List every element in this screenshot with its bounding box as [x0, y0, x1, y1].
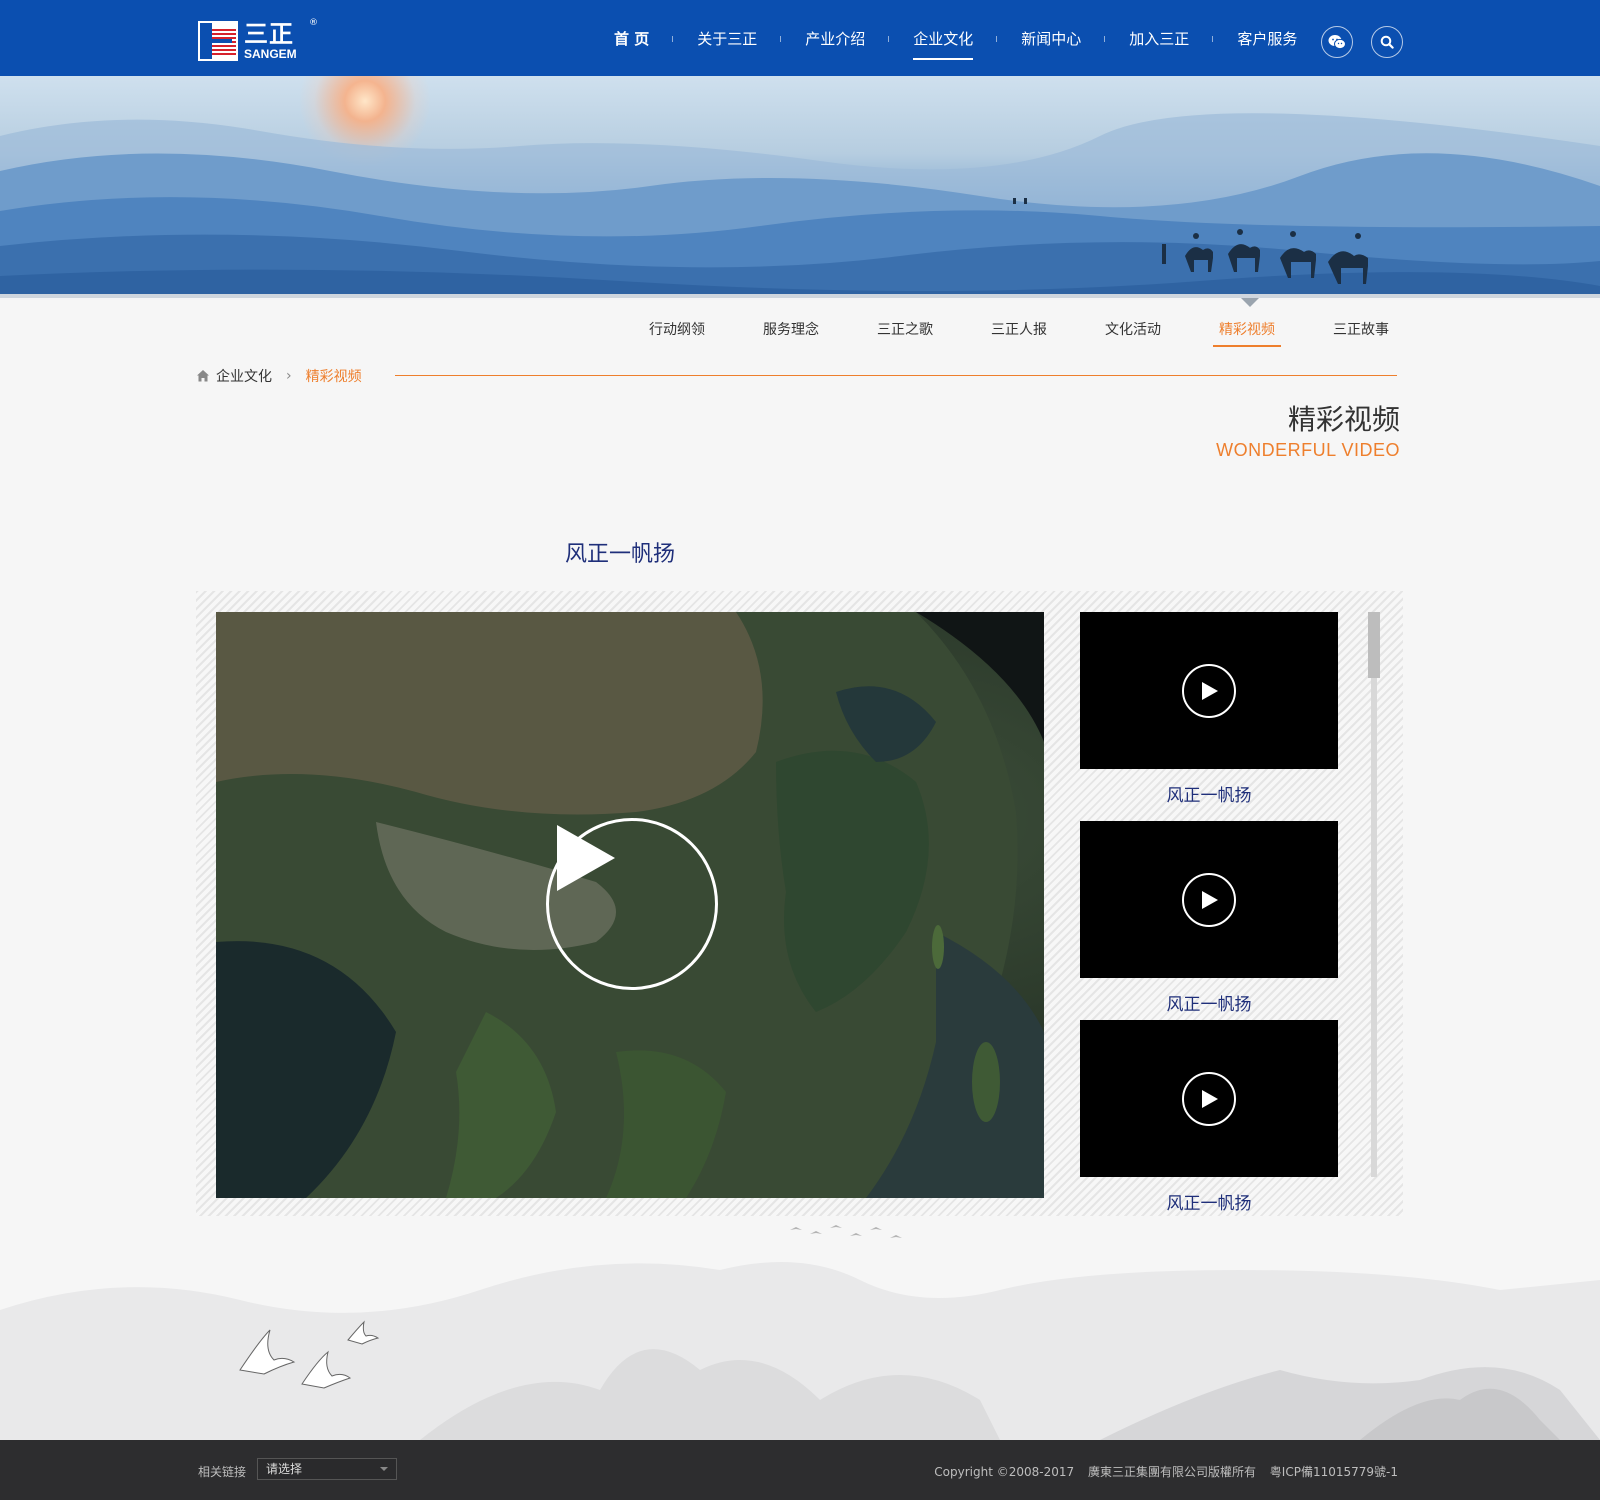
copyright-company: 廣東三正集團有限公司版權所有 — [1087, 1465, 1256, 1479]
nav-item-about[interactable]: 关于三正 — [673, 0, 782, 76]
thumbnail-scrollbar-handle[interactable] — [1368, 612, 1380, 678]
video-panel: 风正一帆扬 风正一帆扬 风正一帆扬 — [196, 591, 1403, 1216]
video-thumbnail-list: 风正一帆扬 风正一帆扬 风正一帆扬 — [1080, 612, 1340, 1212]
thumbnail-frame[interactable] — [1080, 612, 1338, 769]
subnav-label: 行动纲领 — [649, 322, 705, 338]
thumbnail-title[interactable]: 风正一帆扬 — [1080, 781, 1338, 806]
thumbnail-scrollbar-track[interactable] — [1371, 612, 1377, 1177]
nav-active-underline — [913, 58, 974, 60]
misty-mountains-illustration — [0, 1225, 1600, 1440]
page-subtitle-en: WONDERFUL VIDEO — [1216, 440, 1400, 460]
video-thumbnail[interactable]: 风正一帆扬 — [1080, 1020, 1338, 1212]
subnav-label: 三正人报 — [991, 322, 1047, 338]
nav-label: 产业介绍 — [805, 29, 866, 48]
thumbnail-play-button[interactable] — [1182, 664, 1236, 718]
subnav-item-service-concept[interactable]: 服务理念 — [734, 310, 848, 350]
nav-label: 企业文化 — [913, 29, 974, 48]
chevron-right-icon: › — [286, 368, 292, 384]
page-title: 精彩视频 — [1287, 403, 1400, 436]
video-thumbnail[interactable]: 风正一帆扬 — [1080, 821, 1338, 1015]
page-footer: 相关链接 请选择 Copyright ©2008-2017 廣東三正集團有限公司… — [0, 1440, 1600, 1500]
nav-label: 客户服务 — [1237, 29, 1298, 48]
subnav-label: 文化活动 — [1105, 322, 1161, 338]
main-nav: 首 页 关于三正 产业介绍 企业文化 新闻中心 加入三正 客户服务 — [590, 0, 1321, 76]
thumbnail-title[interactable]: 风正一帆扬 — [1080, 990, 1338, 1015]
select-value: 请选择 — [266, 1462, 303, 1476]
video-thumbnail[interactable]: 风正一帆扬 — [1080, 612, 1338, 806]
nav-item-home[interactable]: 首 页 — [590, 0, 674, 76]
search-icon — [1380, 35, 1394, 49]
breadcrumb-divider-line — [395, 375, 1397, 376]
desert-banner-image — [0, 76, 1600, 298]
nav-label: 新闻中心 — [1021, 29, 1082, 48]
breadcrumb-current: 精彩视频 — [305, 369, 362, 385]
nav-item-service[interactable]: 客户服务 — [1213, 0, 1321, 76]
subnav-item-action-program[interactable]: 行动纲领 — [620, 310, 734, 350]
play-icon — [1202, 1090, 1218, 1108]
wechat-button[interactable] — [1321, 26, 1353, 58]
logo-wordmark: 三正 SANGEM — [244, 22, 297, 60]
main-play-button[interactable] — [546, 818, 718, 990]
subnav-label: 三正故事 — [1333, 322, 1389, 338]
subnav-pointer-arrow — [1241, 298, 1259, 307]
thumbnail-frame[interactable] — [1080, 1020, 1338, 1177]
nav-item-news[interactable]: 新闻中心 — [997, 0, 1106, 76]
thumbnail-frame[interactable] — [1080, 821, 1338, 978]
subnav-active-underline — [1213, 345, 1281, 347]
ink-landscape-decoration — [0, 1190, 1600, 1440]
home-icon[interactable] — [196, 369, 210, 383]
breadcrumb: 企业文化 › 精彩视频 — [196, 364, 362, 388]
copyright-year: Copyright ©2008-2017 — [934, 1465, 1075, 1479]
subnav-label: 三正之歌 — [877, 322, 933, 338]
video-heading: 风正一帆扬 — [565, 542, 676, 567]
chevron-down-icon — [380, 1467, 388, 1471]
desert-dunes-illustration — [0, 113, 1600, 298]
subnav-label: 服务理念 — [763, 322, 819, 338]
sangem-logo[interactable]: 三正 SANGEM ® — [198, 18, 318, 62]
wechat-icon — [1328, 35, 1346, 50]
subnav-label: 精彩视频 — [1219, 322, 1275, 338]
subnav-item-videos[interactable]: 精彩视频 — [1190, 310, 1304, 350]
main-video-player[interactable] — [216, 612, 1044, 1198]
nav-label: 关于三正 — [697, 29, 758, 48]
related-links-select[interactable]: 请选择 — [257, 1458, 397, 1480]
thumbnail-play-button[interactable] — [1182, 873, 1236, 927]
nav-item-join[interactable]: 加入三正 — [1105, 0, 1214, 76]
search-button[interactable] — [1371, 26, 1403, 58]
copyright-text: Copyright ©2008-2017 廣東三正集團有限公司版權所有 粤ICP… — [924, 1463, 1398, 1480]
nav-item-culture[interactable]: 企业文化 — [889, 0, 998, 76]
banner-divider — [0, 294, 1600, 298]
play-icon — [1202, 891, 1218, 909]
registered-mark: ® — [309, 18, 318, 28]
icp-license-link[interactable]: 粤ICP備11015779號-1 — [1270, 1465, 1398, 1479]
thumbnail-play-button[interactable] — [1182, 1072, 1236, 1126]
breadcrumb-parent-link[interactable]: 企业文化 — [216, 366, 272, 386]
top-header: 三正 SANGEM ® 首 页 关于三正 产业介绍 企业文化 新闻中心 加入三正… — [0, 0, 1600, 76]
logo-en: SANGEM — [244, 47, 297, 61]
nav-label: 加入三正 — [1129, 29, 1190, 48]
subnav-item-culture-events[interactable]: 文化活动 — [1076, 310, 1190, 350]
play-icon — [557, 825, 615, 891]
subnav-item-stories[interactable]: 三正故事 — [1304, 310, 1418, 350]
play-icon — [1202, 682, 1218, 700]
logo-cn: 三正 — [244, 20, 294, 48]
subnav-item-company-song[interactable]: 三正之歌 — [848, 310, 962, 350]
related-links-label: 相关链接 — [198, 1465, 247, 1479]
subnav-item-newspaper[interactable]: 三正人报 — [962, 310, 1076, 350]
culture-subnav: 行动纲领 服务理念 三正之歌 三正人报 文化活动 精彩视频 三正故事 — [620, 310, 1418, 350]
nav-label: 首 页 — [614, 29, 650, 48]
logo-emblem — [198, 21, 238, 61]
nav-item-industry[interactable]: 产业介绍 — [781, 0, 890, 76]
